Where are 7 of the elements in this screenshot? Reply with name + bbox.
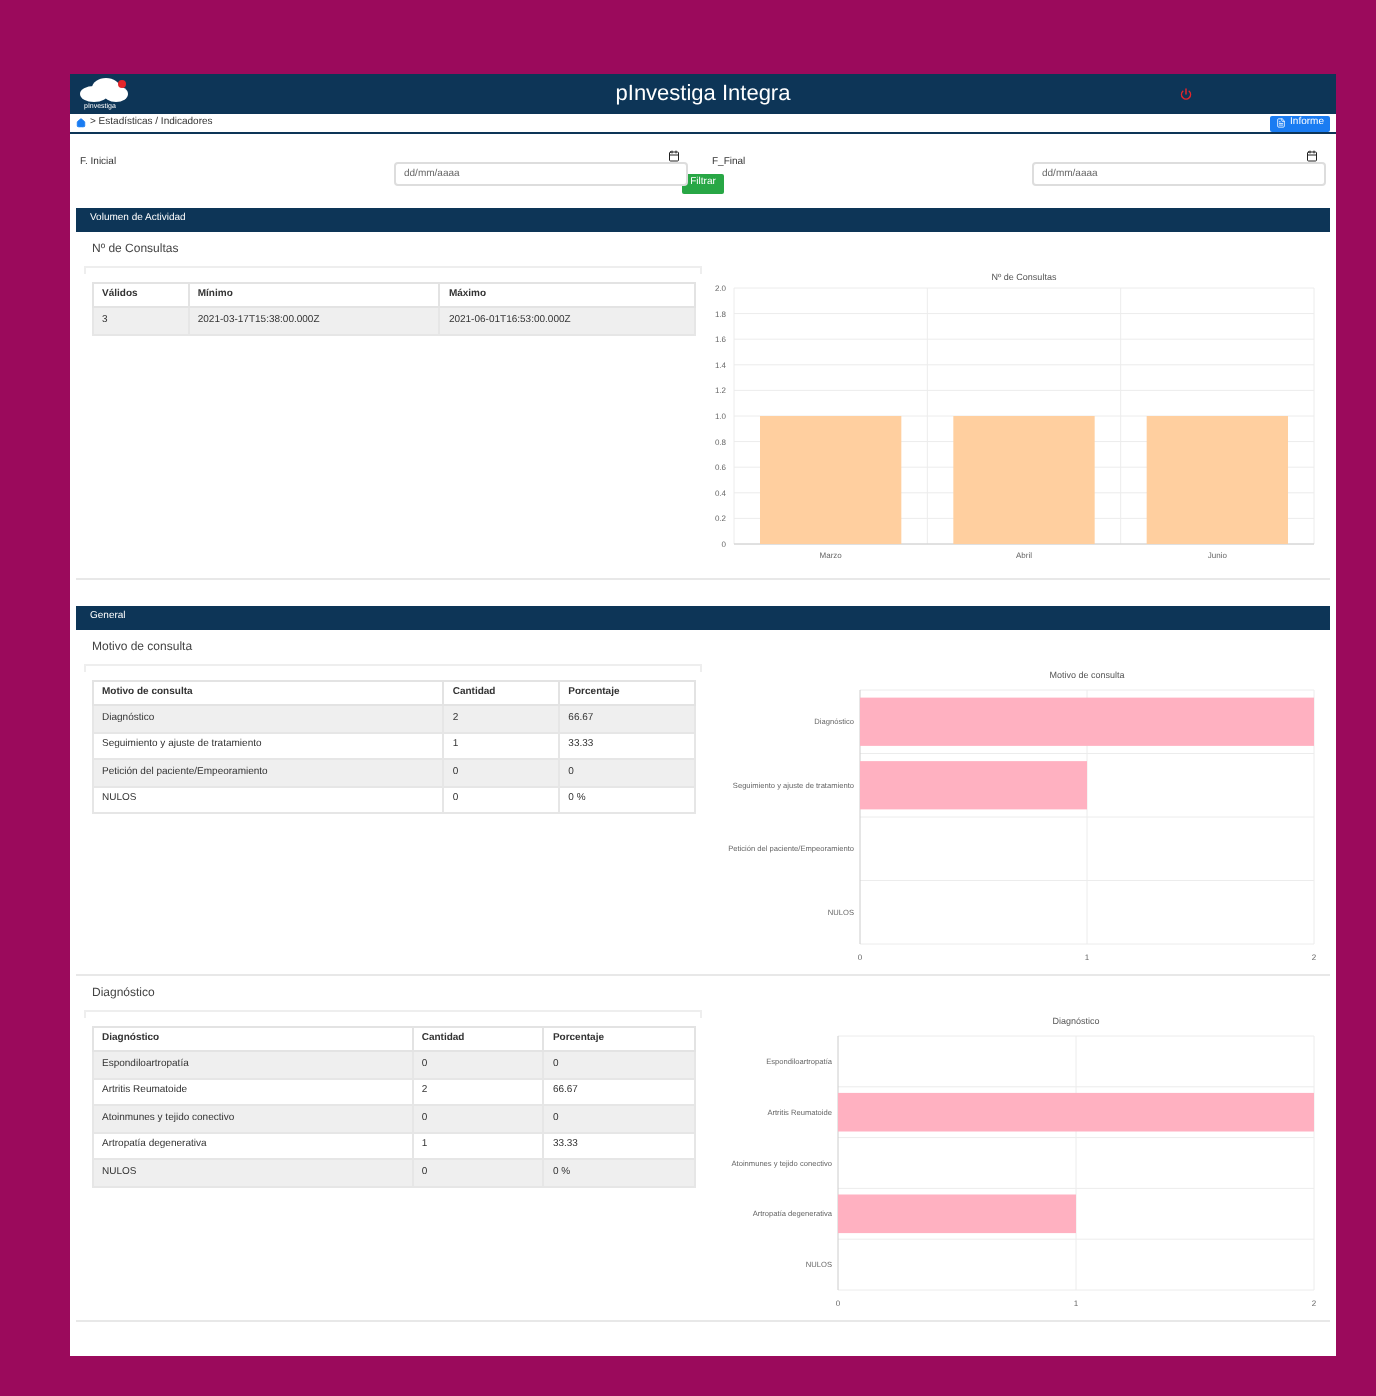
power-icon[interactable] — [1180, 88, 1192, 100]
home-icon[interactable] — [76, 118, 86, 128]
app-title: pInvestiga Integra — [613, 79, 793, 110]
calendar-icon[interactable] — [1306, 150, 1318, 162]
calendar-icon[interactable] — [668, 150, 680, 162]
document-icon — [1276, 118, 1287, 128]
cloud-logo-icon — [78, 78, 130, 102]
